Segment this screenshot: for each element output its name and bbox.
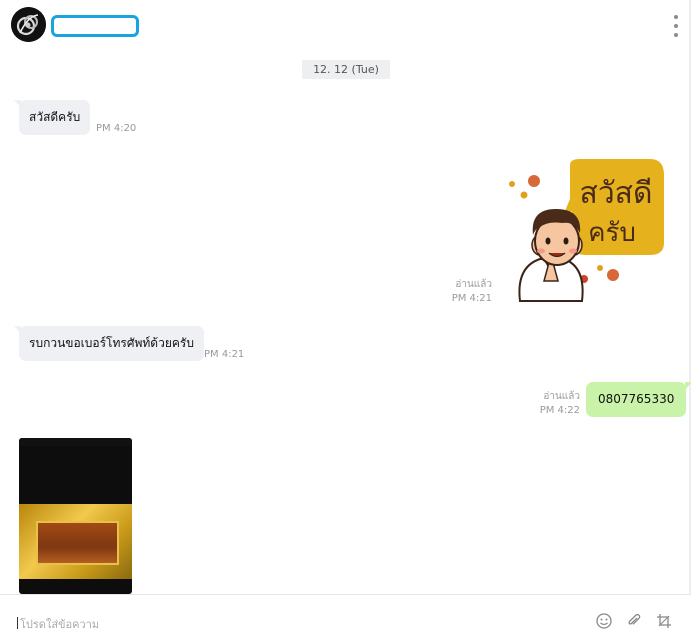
message-time: PM 4:20 [96,123,137,134]
kebab-menu-icon[interactable] [671,15,681,37]
date-separator: 12. 12 (Tue) [302,60,390,79]
sticker-text-line1: สวัสดี [580,176,653,211]
message-bubble-incoming[interactable]: สวัสดีครับ [13,100,91,135]
text-cursor [17,617,18,629]
avatar[interactable] [11,7,46,42]
image-message[interactable] [19,438,132,594]
message-time: PM 4:22 [539,405,580,416]
attach-icon[interactable] [626,613,642,629]
photo-frame [19,504,132,579]
photo-frame-inner [36,521,119,565]
message-bubble-incoming[interactable]: รบกวนขอเบอร์โทรศัพท์ด้วยครับ [14,326,204,361]
photo-statusbar [19,438,132,446]
sticker-greeting[interactable]: สวัสดี ครับ [500,155,670,305]
sticker-text-line2: ครับ [588,218,636,248]
message-bubble-outgoing[interactable]: 0807765330 [586,382,691,417]
message-time: PM 4:21 [204,349,245,360]
read-receipt: อ่านแล้ว [543,391,580,402]
message-composer[interactable]: โปรดใส่ข้อความ [0,594,691,631]
crop-icon[interactable] [656,613,672,629]
avatar-logo-icon [11,7,46,42]
message-time: PM 4:21 [451,293,492,304]
read-receipt: อ่านแล้ว [455,279,492,290]
contact-name[interactable] [51,15,139,37]
emoji-icon[interactable] [596,613,612,629]
sticker-illustration: สวัสดี ครับ [509,159,664,302]
message-input[interactable]: โปรดใส่ข้อความ [20,615,99,633]
chat-header [0,0,691,50]
